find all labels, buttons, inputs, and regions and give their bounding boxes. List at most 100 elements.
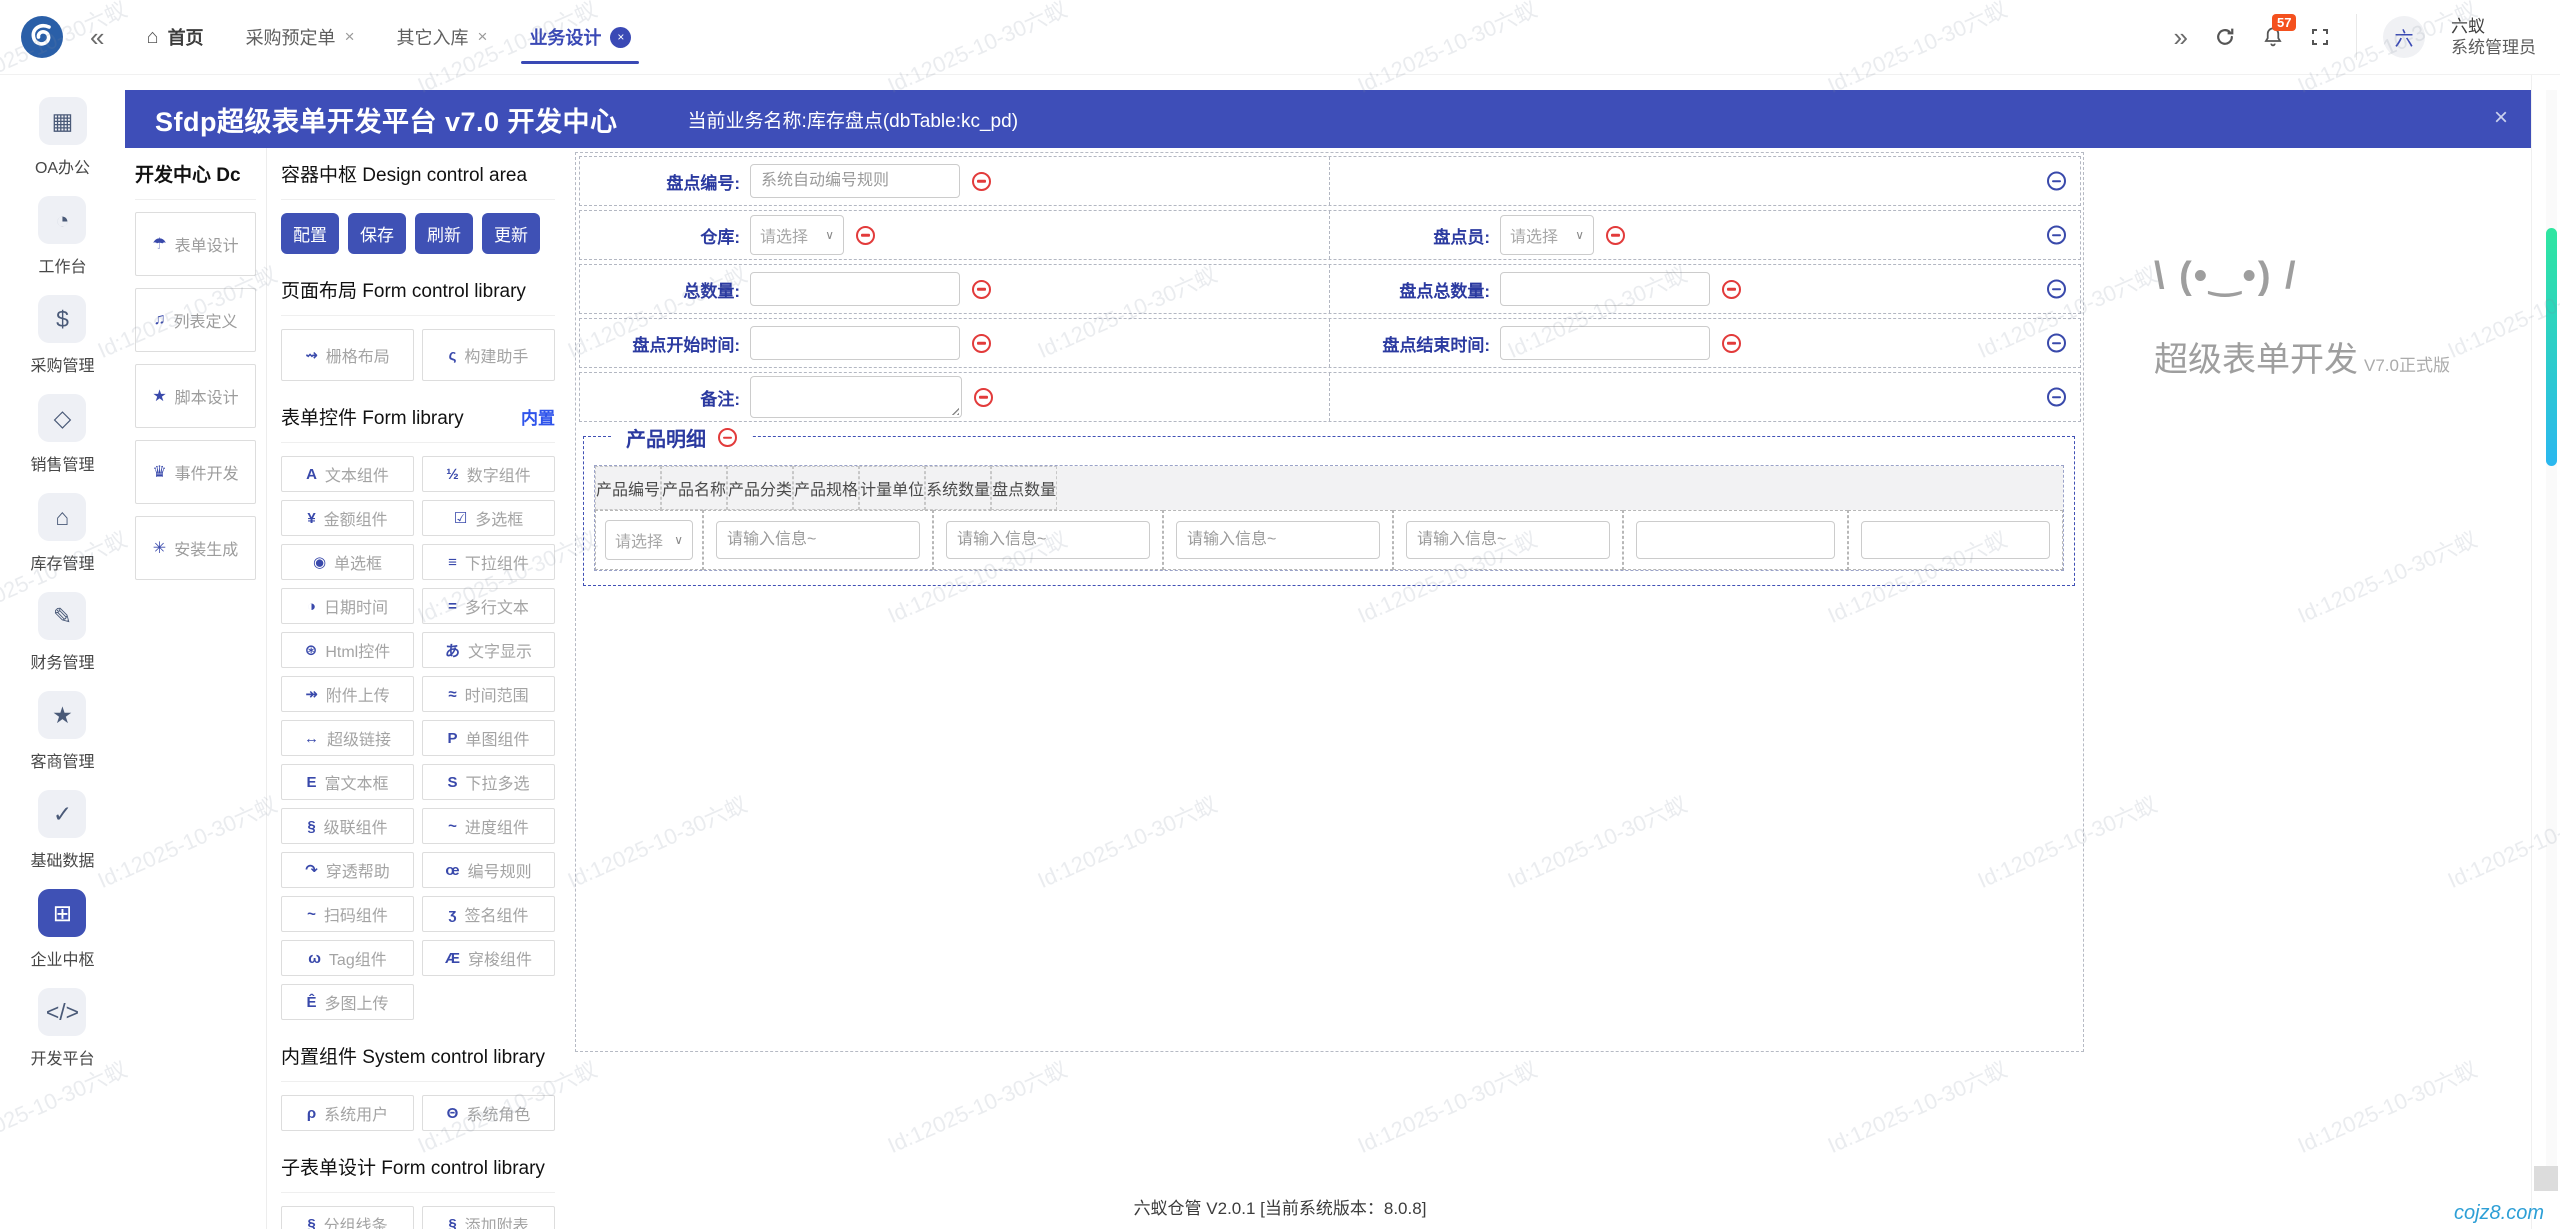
inventory-code-input[interactable] bbox=[750, 164, 960, 198]
product-category-input[interactable] bbox=[946, 521, 1150, 559]
form-component-button[interactable]: ʒ 签名组件 bbox=[422, 896, 555, 932]
sidebar-item[interactable]: ⌂ 库存管理 bbox=[30, 493, 94, 574]
form-component-button[interactable]: ω Tag组件 bbox=[281, 940, 414, 976]
dev-center-item[interactable]: ♛ 事件开发 bbox=[135, 440, 256, 504]
sidebar-item[interactable]: ✎ 财务管理 bbox=[30, 592, 94, 673]
system-component-button[interactable]: ρ 系统用户 bbox=[281, 1095, 414, 1131]
sidebar-item[interactable]: ✓ 基础数据 bbox=[30, 790, 94, 871]
refresh-icon[interactable] bbox=[2214, 26, 2236, 48]
form-component-button[interactable]: Æ 穿梭组件 bbox=[422, 940, 555, 976]
remove-field-icon[interactable] bbox=[856, 226, 875, 245]
component-label: 下拉多选 bbox=[466, 770, 530, 794]
component-label: Html控件 bbox=[325, 638, 390, 662]
tab-close-icon[interactable]: × bbox=[610, 27, 631, 48]
form-component-button[interactable]: ⊛ Html控件 bbox=[281, 632, 414, 668]
form-component-button[interactable]: ~ 进度组件 bbox=[422, 808, 555, 844]
sidebar-item[interactable]: ▦ OA办公 bbox=[35, 97, 90, 178]
form-component-button[interactable]: ↷ 穿透帮助 bbox=[281, 852, 414, 888]
form-component-button[interactable]: ≡ 下拉组件 bbox=[422, 544, 555, 580]
sidebar-item[interactable]: ★ 客商管理 bbox=[30, 691, 94, 772]
form-component-button[interactable]: ¥ 金额组件 bbox=[281, 500, 414, 536]
warehouse-select[interactable]: 请选择 ∨ bbox=[750, 215, 844, 255]
dev-center-item-label: 事件开发 bbox=[175, 460, 239, 484]
start-time-input[interactable] bbox=[750, 326, 960, 360]
product-spec-input[interactable] bbox=[1176, 521, 1380, 559]
tab-purchase-order[interactable]: 采购预定单 × bbox=[232, 0, 369, 74]
action-button[interactable]: 刷新 bbox=[415, 213, 473, 254]
layout-component-button[interactable]: ς 构建助手 bbox=[422, 329, 555, 381]
form-component-button[interactable]: P 单图组件 bbox=[422, 720, 555, 756]
tab-business-design[interactable]: 业务设计 × bbox=[515, 0, 645, 74]
sidebar-item[interactable]: ⊞ 企业中枢 bbox=[30, 889, 94, 970]
action-button[interactable]: 更新 bbox=[482, 213, 540, 254]
sidebar-item[interactable]: $ 采购管理 bbox=[30, 295, 94, 376]
form-component-button[interactable]: S 下拉多选 bbox=[422, 764, 555, 800]
form-component-button[interactable]: œ 编号规则 bbox=[422, 852, 555, 888]
form-component-button[interactable]: ↠ 附件上传 bbox=[281, 676, 414, 712]
component-label: 系统角色 bbox=[466, 1101, 530, 1125]
form-component-button[interactable]: ≈ 时间范围 bbox=[422, 676, 555, 712]
sidebar-item[interactable]: </> 开发平台 bbox=[30, 988, 94, 1069]
dev-center-item[interactable]: ✳ 安装生成 bbox=[135, 516, 256, 580]
remove-field-icon[interactable] bbox=[972, 280, 991, 299]
close-icon[interactable]: × bbox=[2494, 104, 2508, 132]
avatar[interactable]: 六 bbox=[2383, 16, 2425, 58]
scrollbar-thumb[interactable] bbox=[2546, 228, 2557, 466]
end-time-input[interactable] bbox=[1500, 326, 1710, 360]
action-button[interactable]: 保存 bbox=[348, 213, 406, 254]
builtin-link[interactable]: 内置 bbox=[521, 404, 555, 429]
product-code-select[interactable]: 请选择 ∨ bbox=[605, 520, 693, 560]
remove-row-icon[interactable] bbox=[2047, 388, 2066, 407]
dev-center-item[interactable]: ★ 脚本设计 bbox=[135, 364, 256, 428]
check-quantity-input[interactable] bbox=[1861, 521, 2050, 559]
sidebar-item[interactable]: ◔ 工作台 bbox=[38, 196, 86, 277]
layout-component-button[interactable]: ⇝ 栅格布局 bbox=[281, 329, 414, 381]
checker-select[interactable]: 请选择 ∨ bbox=[1500, 215, 1594, 255]
remove-field-icon[interactable] bbox=[972, 334, 991, 353]
form-component-button[interactable]: Ê 多图上传 bbox=[281, 984, 414, 1020]
form-component-button[interactable]: § 级联组件 bbox=[281, 808, 414, 844]
system-component-button[interactable]: Θ 系统角色 bbox=[422, 1095, 555, 1131]
dev-center-item[interactable]: ♫ 列表定义 bbox=[135, 288, 256, 352]
remove-field-icon[interactable] bbox=[972, 172, 991, 191]
notification-bell-icon[interactable]: 57 bbox=[2262, 26, 2284, 48]
tab-close-icon[interactable]: × bbox=[478, 27, 488, 47]
tab-home[interactable]: ⌂ 首页 bbox=[132, 0, 217, 74]
remove-field-icon[interactable] bbox=[1722, 334, 1741, 353]
form-component-button[interactable]: ~ 扫码组件 bbox=[281, 896, 414, 932]
remove-row-icon[interactable] bbox=[2047, 334, 2066, 353]
form-component-button[interactable]: ½ 数字组件 bbox=[422, 456, 555, 492]
form-component-button[interactable]: A 文本组件 bbox=[281, 456, 414, 492]
tab-other-inbound[interactable]: 其它入库 × bbox=[383, 0, 502, 74]
remove-row-icon[interactable] bbox=[2047, 172, 2066, 191]
action-button[interactable]: 配置 bbox=[281, 213, 339, 254]
remove-row-icon[interactable] bbox=[2047, 226, 2066, 245]
system-quantity-input[interactable] bbox=[1636, 521, 1835, 559]
form-component-button[interactable]: E 富文本框 bbox=[281, 764, 414, 800]
form-component-button[interactable]: ↔ 超级链接 bbox=[281, 720, 414, 756]
form-component-button[interactable]: ☑ 多选框 bbox=[422, 500, 555, 536]
product-name-input[interactable] bbox=[716, 521, 920, 559]
remove-detail-icon[interactable] bbox=[718, 428, 737, 447]
remove-row-icon[interactable] bbox=[2047, 280, 2066, 299]
tab-close-icon[interactable]: × bbox=[345, 27, 355, 47]
form-component-button[interactable]: ◉ 单选框 bbox=[281, 544, 414, 580]
workspace: Sfdp超级表单开发平台 v7.0 开发中心 当前业务名称:库存盘点(dbTab… bbox=[125, 75, 2532, 1229]
remark-textarea[interactable] bbox=[750, 376, 962, 418]
unit-input[interactable] bbox=[1406, 521, 1610, 559]
total-quantity-input[interactable] bbox=[750, 272, 960, 306]
remove-field-icon[interactable] bbox=[1606, 226, 1625, 245]
expand-tabs-icon[interactable]: » bbox=[2174, 22, 2188, 53]
remove-field-icon[interactable] bbox=[1722, 280, 1741, 299]
remove-field-icon[interactable] bbox=[974, 388, 993, 407]
form-component-button[interactable]: ◑ 日期时间 bbox=[281, 588, 414, 624]
check-total-quantity-input[interactable] bbox=[1500, 272, 1710, 306]
notification-count-badge: 57 bbox=[2272, 14, 2296, 31]
sidebar-item[interactable]: ◇ 销售管理 bbox=[30, 394, 94, 475]
form-component-button[interactable]: = 多行文本 bbox=[422, 588, 555, 624]
dev-center-item[interactable]: ☂ 表单设计 bbox=[135, 212, 256, 276]
fullscreen-icon[interactable] bbox=[2310, 27, 2330, 47]
form-component-button[interactable]: あ 文字显示 bbox=[422, 632, 555, 668]
collapse-tabs-icon[interactable]: « bbox=[90, 22, 104, 53]
component-label: 多图上传 bbox=[325, 990, 389, 1014]
